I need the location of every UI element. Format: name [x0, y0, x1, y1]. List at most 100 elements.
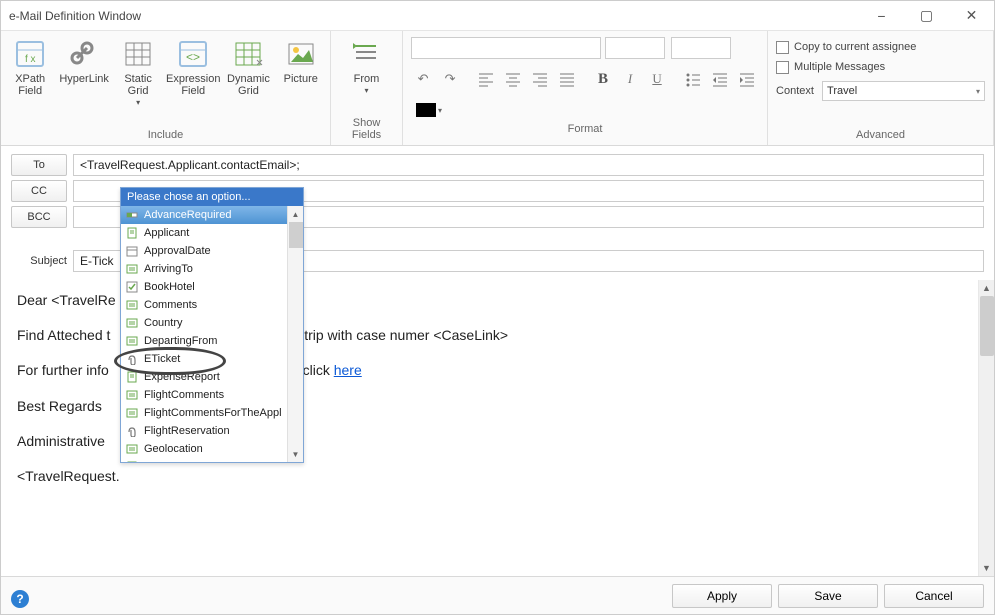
- align-right-button[interactable]: [528, 67, 552, 91]
- align-justify-button[interactable]: [555, 67, 579, 91]
- popup-item-flightcommentsfortheappl[interactable]: FlightCommentsForTheAppl: [121, 404, 303, 422]
- popup-item-label: ExpenseReport: [144, 371, 220, 383]
- body-scrollbar[interactable]: ▲ ▼: [978, 280, 994, 576]
- popup-item-geolocation[interactable]: Geolocation: [121, 440, 303, 458]
- autocomplete-popup: Please chose an option... AdvanceRequire…: [120, 187, 304, 463]
- chevron-down-icon: ▾: [136, 98, 140, 107]
- popup-item-bookhotel[interactable]: BookHotel: [121, 278, 303, 296]
- popup-item-label: FlightComments: [144, 389, 224, 401]
- popup-item-flightreservation[interactable]: FlightReservation: [121, 422, 303, 440]
- xpath-field-icon: f x: [13, 37, 47, 71]
- align-center-button[interactable]: [501, 67, 525, 91]
- popup-item-hotel[interactable]: Hotel: [121, 458, 303, 462]
- underline-button[interactable]: U: [645, 67, 669, 91]
- here-link[interactable]: here: [334, 362, 362, 378]
- copy-assignee-label: Copy to current assignee: [794, 41, 916, 53]
- popup-item-approvaldate[interactable]: ApprovalDate: [121, 242, 303, 260]
- undo-button[interactable]: ↶: [411, 67, 435, 91]
- font-color-button[interactable]: ▾: [411, 100, 447, 120]
- hyperlink-icon: [67, 37, 101, 71]
- popup-item-flightcomments[interactable]: FlightComments: [121, 386, 303, 404]
- font-family-select[interactable]: [411, 37, 601, 59]
- popup-item-advancerequired[interactable]: AdvanceRequired: [121, 206, 303, 224]
- expression-field-label: Expression Field: [166, 73, 220, 97]
- scroll-up-icon: ▲: [288, 206, 303, 222]
- popup-item-country[interactable]: Country: [121, 314, 303, 332]
- ribbon-group-include: f x XPath Field HyperLink Static Grid ▾: [1, 31, 331, 145]
- bcc-button[interactable]: BCC: [11, 206, 67, 228]
- indent-button[interactable]: [735, 67, 759, 91]
- body-text: For further info: [17, 362, 109, 378]
- static-grid-label: Static Grid: [115, 73, 161, 97]
- include-group-title: Include: [7, 129, 324, 143]
- dynamic-grid-button[interactable]: Dynamic Grid: [225, 35, 271, 97]
- bold-button[interactable]: B: [591, 67, 615, 91]
- chk-icon: [125, 280, 139, 294]
- multiple-messages-checkbox[interactable]: Multiple Messages: [776, 57, 985, 77]
- scroll-down-icon: ▼: [979, 560, 994, 576]
- context-select[interactable]: Travel ▾: [822, 81, 985, 101]
- popup-item-applicant[interactable]: Applicant: [121, 224, 303, 242]
- popup-item-departingfrom[interactable]: DepartingFrom: [121, 332, 303, 350]
- ribbon: f x XPath Field HyperLink Static Grid ▾: [1, 31, 994, 146]
- popup-item-eticket[interactable]: ETicket: [121, 350, 303, 368]
- popup-item-label: AdvanceRequired: [144, 209, 231, 221]
- txt-icon: [125, 262, 139, 276]
- close-button[interactable]: ✕: [949, 1, 994, 31]
- xpath-field-button[interactable]: f x XPath Field: [7, 35, 53, 97]
- checkbox-icon: [776, 61, 789, 74]
- style-select[interactable]: [671, 37, 731, 59]
- scrollbar-thumb[interactable]: [980, 296, 994, 356]
- copy-assignee-checkbox[interactable]: Copy to current assignee: [776, 37, 985, 57]
- picture-button[interactable]: Picture: [278, 35, 324, 85]
- maximize-icon: ▢: [920, 7, 933, 24]
- chevron-down-icon: ▾: [365, 86, 369, 95]
- align-left-button[interactable]: [474, 67, 498, 91]
- body-text: click: [303, 362, 334, 378]
- to-input[interactable]: [73, 154, 984, 176]
- txt-icon: [125, 406, 139, 420]
- popup-list: AdvanceRequired Applicant ApprovalDate Arri…: [121, 206, 303, 462]
- expression-field-icon: <>: [176, 37, 210, 71]
- apply-button[interactable]: Apply: [672, 584, 772, 608]
- from-icon: [350, 37, 384, 71]
- scroll-down-icon: ▼: [288, 446, 303, 462]
- context-value: Travel: [827, 85, 857, 97]
- cc-button[interactable]: CC: [11, 180, 67, 202]
- hyperlink-button[interactable]: HyperLink: [59, 35, 109, 85]
- from-button[interactable]: From ▾: [341, 35, 393, 95]
- popup-item-expensereport[interactable]: ExpenseReport: [121, 368, 303, 386]
- font-size-select[interactable]: [605, 37, 665, 59]
- advanced-group-title: Advanced: [776, 129, 985, 143]
- maximize-button[interactable]: ▢: [904, 1, 949, 31]
- minimize-button[interactable]: −: [859, 1, 904, 31]
- to-button[interactable]: To: [11, 154, 67, 176]
- outdent-button[interactable]: [708, 67, 732, 91]
- static-grid-button[interactable]: Static Grid ▾: [115, 35, 161, 107]
- popup-item-label: ETicket: [144, 353, 180, 365]
- hyperlink-label: HyperLink: [59, 73, 109, 85]
- popup-item-label: ApprovalDate: [144, 245, 211, 257]
- save-button[interactable]: Save: [778, 584, 878, 608]
- subject-label: Subject: [11, 255, 67, 267]
- body-text: Find Atteched t: [17, 327, 110, 343]
- popup-item-comments[interactable]: Comments: [121, 296, 303, 314]
- from-label: From: [354, 73, 380, 85]
- popup-item-arrivingto[interactable]: ArrivingTo: [121, 260, 303, 278]
- popup-scrollbar[interactable]: ▲ ▼: [287, 206, 303, 462]
- expression-field-button[interactable]: <> Expression Field: [167, 35, 219, 97]
- body-text: Administrative: [17, 433, 105, 449]
- bullet-list-button[interactable]: [681, 67, 705, 91]
- cal-icon: [125, 244, 139, 258]
- txt-icon: [125, 298, 139, 312]
- window-controls: − ▢ ✕: [859, 1, 994, 31]
- popup-item-label: DepartingFrom: [144, 335, 217, 347]
- body-text: Dear <TravelRe: [17, 292, 116, 308]
- ribbon-group-format: ↶ ↷ B I U: [403, 31, 768, 145]
- redo-button[interactable]: ↷: [438, 67, 462, 91]
- help-icon[interactable]: ?: [11, 590, 29, 608]
- doc-icon: [125, 226, 139, 240]
- italic-button[interactable]: I: [618, 67, 642, 91]
- cancel-button[interactable]: Cancel: [884, 584, 984, 608]
- scrollbar-thumb[interactable]: [289, 222, 303, 248]
